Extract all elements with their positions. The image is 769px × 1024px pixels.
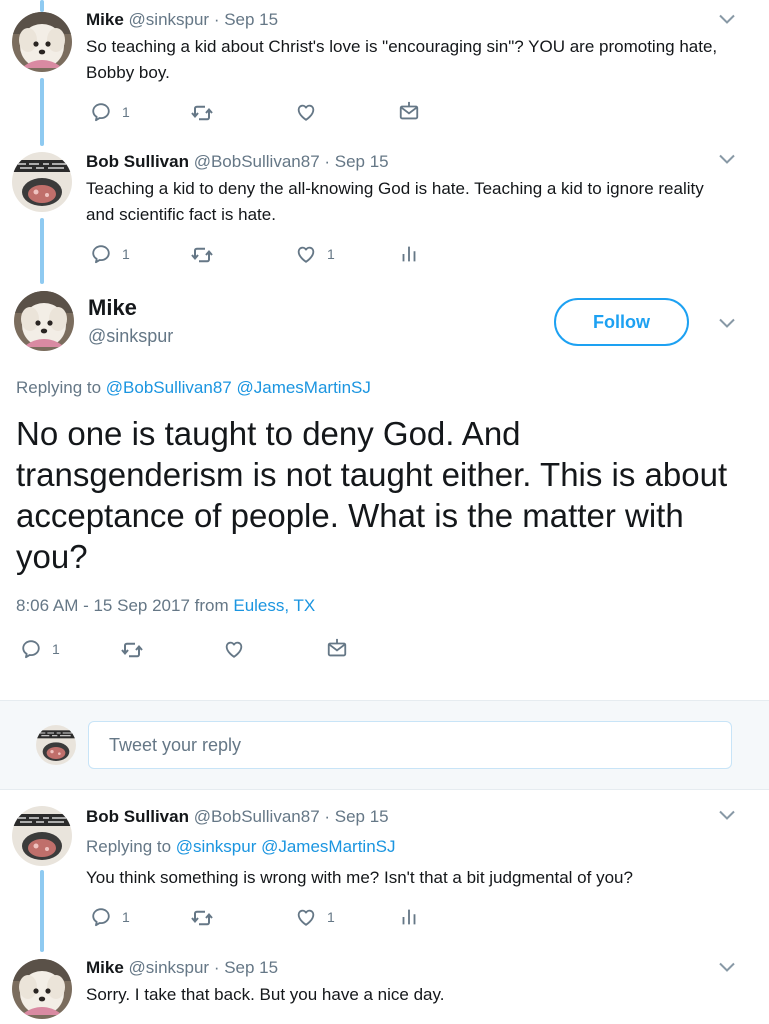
follow-button[interactable]: Follow — [554, 298, 689, 346]
mention-link[interactable]: @sinkspur — [176, 837, 257, 856]
retweet-icon — [190, 906, 214, 930]
timestamp-text[interactable]: 8:06 AM - 15 Sep 2017 from — [16, 596, 229, 615]
dog-avatar-image — [14, 291, 74, 351]
envelope-icon — [326, 638, 348, 660]
reply-count: 1 — [52, 641, 60, 657]
direct-message-button[interactable] — [398, 101, 420, 123]
chevron-down-icon[interactable] — [719, 810, 735, 820]
retweet-button[interactable] — [190, 101, 214, 125]
author-meta[interactable]: @sinkspur · Sep 15 — [129, 958, 279, 977]
retweet-button[interactable] — [190, 906, 214, 930]
replying-to-prefix: Replying to — [86, 837, 172, 856]
author-meta[interactable]: @BobSullivan87 · Sep 15 — [194, 152, 389, 171]
replying-to: Replying to @BobSullivan87 @JamesMartinS… — [16, 378, 371, 398]
reply-count: 1 — [122, 909, 130, 925]
author-name[interactable]: Mike — [86, 958, 124, 977]
bob-avatar-image — [36, 725, 76, 765]
bob-avatar-image — [12, 152, 72, 212]
tweet-actions: 1 — [20, 638, 660, 662]
reply-composer: Tweet your reply — [0, 700, 769, 790]
reply-button[interactable]: 1 — [20, 638, 60, 660]
tweet-actions: 1 1 — [90, 243, 730, 267]
avatar[interactable] — [12, 152, 72, 212]
chevron-down-icon[interactable] — [719, 14, 735, 24]
retweet-button[interactable] — [190, 243, 214, 267]
reply-input[interactable]: Tweet your reply — [88, 721, 732, 769]
like-button[interactable]: 1 — [295, 906, 335, 928]
bar-chart-icon — [398, 906, 420, 928]
avatar[interactable] — [12, 959, 72, 1019]
like-button[interactable]: 1 — [295, 243, 335, 265]
tweet-text: Sorry. I take that back. But you have a … — [86, 985, 445, 1004]
author-name[interactable]: Mike — [88, 295, 137, 321]
reply-button[interactable]: 1 — [90, 243, 130, 265]
chevron-down-icon[interactable] — [719, 318, 735, 328]
heart-icon — [295, 906, 317, 928]
retweet-button[interactable] — [120, 638, 144, 662]
direct-message-button[interactable] — [326, 638, 348, 660]
mention-link[interactable]: @JamesMartinSJ — [236, 378, 370, 397]
like-button[interactable] — [295, 101, 317, 123]
dog-avatar-image — [12, 959, 72, 1019]
dog-avatar-image — [12, 12, 72, 72]
author-meta[interactable]: @sinkspur · Sep 15 — [129, 10, 279, 29]
reply-count: 1 — [122, 104, 130, 120]
heart-icon — [295, 101, 317, 123]
tweet-actions: 1 1 — [90, 906, 730, 930]
author-name[interactable]: Mike — [86, 10, 124, 29]
reply-icon — [20, 638, 42, 660]
tweet-item[interactable]: Mike @sinkspur · Sep 15 So teaching a ki… — [0, 0, 769, 140]
mention-link[interactable]: @JamesMartinSJ — [261, 837, 395, 856]
reply-icon — [90, 243, 112, 265]
mention-link[interactable]: @BobSullivan87 — [106, 378, 232, 397]
like-count: 1 — [327, 246, 335, 262]
avatar[interactable] — [14, 291, 74, 351]
like-count: 1 — [327, 909, 335, 925]
tweet-timestamp: 8:06 AM - 15 Sep 2017 from Euless, TX — [16, 596, 315, 616]
bob-avatar-image — [12, 806, 72, 866]
analytics-button[interactable] — [398, 243, 420, 265]
chevron-down-icon[interactable] — [719, 154, 735, 164]
bar-chart-icon — [398, 243, 420, 265]
author-name[interactable]: Bob Sullivan — [86, 152, 189, 171]
avatar[interactable] — [12, 806, 72, 866]
tweet-item[interactable]: Bob Sullivan @BobSullivan87 · Sep 15 Tea… — [0, 140, 769, 285]
location-link[interactable]: Euless, TX — [233, 596, 315, 615]
replying-to: Replying to @sinkspur @JamesMartinSJ — [86, 837, 396, 857]
tweet-text: You think something is wrong with me? Is… — [86, 868, 633, 887]
tweet-actions: 1 — [90, 101, 730, 125]
author-handle[interactable]: @sinkspur — [88, 326, 173, 347]
heart-icon — [295, 243, 317, 265]
chevron-down-icon[interactable] — [719, 962, 735, 972]
analytics-button[interactable] — [398, 906, 420, 928]
author-name[interactable]: Bob Sullivan — [86, 807, 189, 826]
tweet-text: No one is taught to deny God. And transg… — [16, 415, 728, 575]
reply-button[interactable]: 1 — [90, 101, 130, 123]
reply-icon — [90, 906, 112, 928]
replying-to-prefix: Replying to — [16, 378, 102, 397]
tweet-item[interactable]: Bob Sullivan @BobSullivan87 · Sep 15 Rep… — [0, 795, 769, 945]
author-meta[interactable]: @BobSullivan87 · Sep 15 — [194, 807, 389, 826]
retweet-icon — [120, 638, 144, 662]
current-user-avatar[interactable] — [36, 725, 76, 765]
heart-icon — [223, 638, 245, 660]
retweet-icon — [190, 101, 214, 125]
like-button[interactable] — [223, 638, 245, 660]
reply-icon — [90, 101, 112, 123]
envelope-icon — [398, 101, 420, 123]
reply-count: 1 — [122, 246, 130, 262]
reply-button[interactable]: 1 — [90, 906, 130, 928]
retweet-icon — [190, 243, 214, 267]
tweet-text: So teaching a kid about Christ's love is… — [86, 37, 718, 82]
tweet-text: Teaching a kid to deny the all-knowing G… — [86, 179, 704, 224]
tweet-item[interactable]: Mike @sinkspur · Sep 15 Sorry. I take th… — [0, 945, 769, 1024]
avatar[interactable] — [12, 12, 72, 72]
